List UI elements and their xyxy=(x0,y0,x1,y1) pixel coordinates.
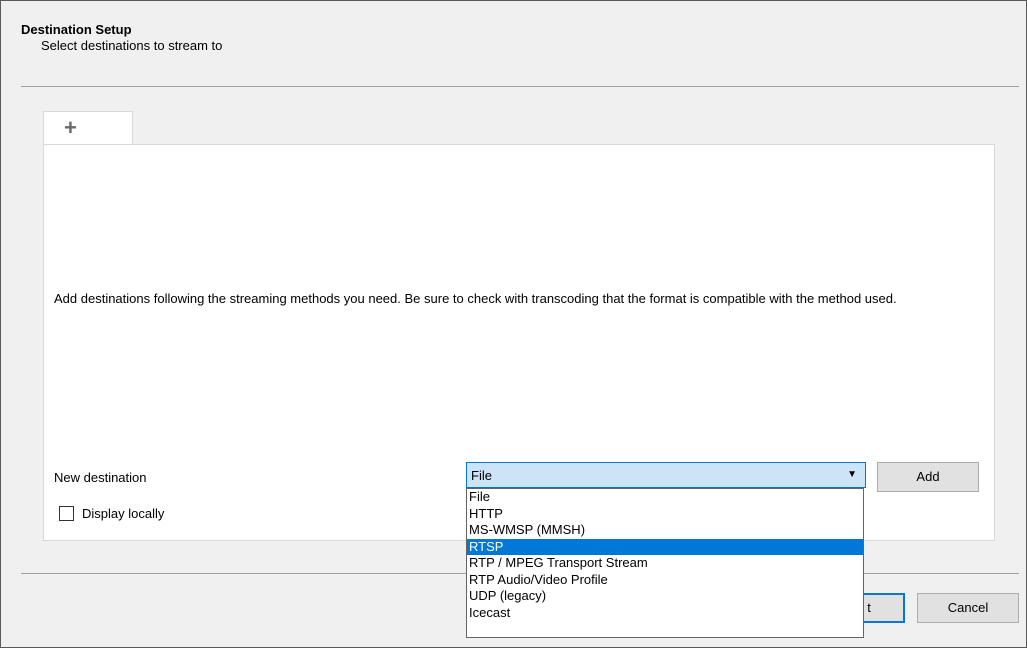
destination-type-dropdown[interactable]: File HTTP MS-WMSP (MMSH) RTSP RTP / MPEG… xyxy=(466,488,864,638)
dropdown-option-file[interactable]: File xyxy=(467,489,863,506)
dialog-window: Destination Setup Select destinations to… xyxy=(0,0,1027,648)
dropdown-option-rtp-mpeg-ts[interactable]: RTP / MPEG Transport Stream xyxy=(467,555,863,572)
tab-add-destination[interactable]: + xyxy=(43,111,133,145)
cancel-button[interactable]: Cancel xyxy=(917,593,1019,623)
plus-icon: + xyxy=(64,115,77,140)
add-button[interactable]: Add xyxy=(877,462,979,492)
info-text: Add destinations following the streaming… xyxy=(54,291,897,306)
chevron-down-icon: ▼ xyxy=(847,469,857,480)
destination-type-value: File xyxy=(471,468,492,483)
dropdown-option-http[interactable]: HTTP xyxy=(467,506,863,523)
display-locally-label: Display locally xyxy=(82,506,165,521)
header-divider xyxy=(21,86,1019,87)
page-title: Destination Setup xyxy=(21,22,132,37)
new-destination-label: New destination xyxy=(54,470,147,485)
destination-type-select[interactable]: File ▼ xyxy=(466,462,866,488)
page-subtitle: Select destinations to stream to xyxy=(41,38,223,53)
display-locally-checkbox[interactable] xyxy=(59,506,74,521)
dropdown-option-ms-wmsp[interactable]: MS-WMSP (MMSH) xyxy=(467,522,863,539)
dropdown-option-rtsp[interactable]: RTSP xyxy=(467,538,863,555)
dropdown-option-rtp-av-profile[interactable]: RTP Audio/Video Profile xyxy=(467,572,863,589)
dropdown-option-icecast[interactable]: Icecast xyxy=(467,605,863,622)
dropdown-option-udp[interactable]: UDP (legacy) xyxy=(467,588,863,605)
